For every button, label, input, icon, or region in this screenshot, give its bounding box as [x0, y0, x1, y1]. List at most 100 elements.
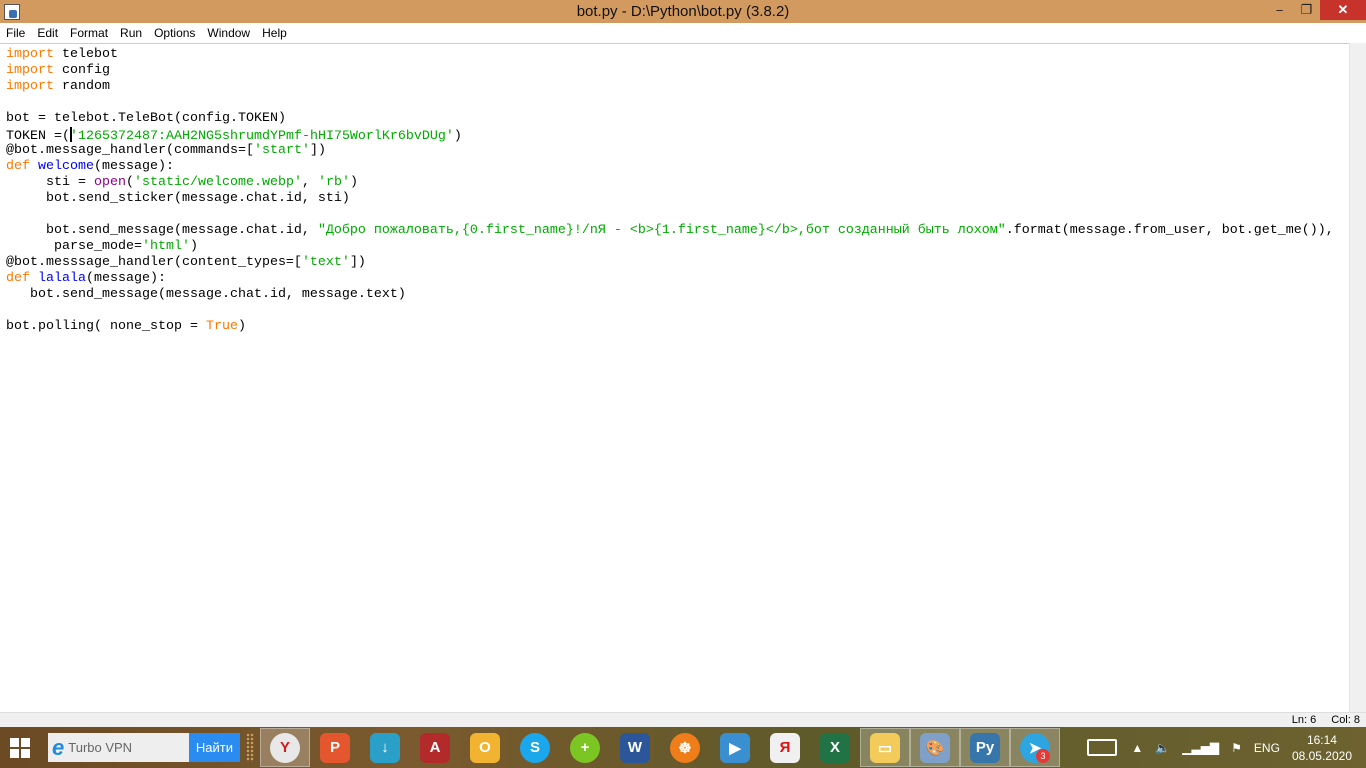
excel-icon: X: [820, 732, 850, 763]
code-token-str: 'start': [253, 143, 310, 158]
internet-explorer-icon: e: [52, 734, 65, 760]
taskbar-app-telegram[interactable]: ➤ 3: [1010, 728, 1060, 767]
taskbar-app-helm-app[interactable]: ☸: [660, 728, 710, 767]
yandex-browser-icon: Y: [270, 732, 300, 763]
download-manager-icon: ↓: [370, 732, 400, 763]
taskbar-app-python-idle[interactable]: Py: [960, 728, 1010, 767]
menu-bar: File Edit Format Run Options Window Help: [0, 23, 1366, 43]
clock-time: 16:14: [1306, 732, 1337, 747]
taskbar-search[interactable]: e Turbo VPN Найти: [48, 733, 240, 762]
code-line[interactable]: bot.polling( none_stop = True): [6, 319, 1334, 335]
volume-icon[interactable]: 🔈: [1155, 741, 1170, 755]
search-button[interactable]: Найти: [188, 733, 240, 762]
maximize-button[interactable]: ❐: [1293, 0, 1320, 20]
code-line[interactable]: import random: [6, 79, 1334, 95]
code-token: @bot.messsage_handler(content_types=[: [6, 255, 302, 270]
code-line[interactable]: [6, 207, 1334, 223]
code-line[interactable]: [6, 303, 1334, 319]
code-token: ): [349, 175, 358, 190]
network-signal-icon[interactable]: ▁▃▅▇: [1182, 741, 1219, 755]
close-button[interactable]: ✕: [1320, 0, 1366, 20]
code-token: telebot: [62, 47, 118, 62]
code-line[interactable]: @bot.message_handler(commands=['start']): [6, 143, 1334, 159]
menu-options[interactable]: Options: [148, 26, 201, 40]
menu-edit[interactable]: Edit: [31, 26, 64, 40]
taskbar-app-download-manager[interactable]: ↓: [360, 728, 410, 767]
code-token: bot = telebot.TeleBot(config.TOKEN): [6, 111, 286, 126]
taskbar-app-excel[interactable]: X: [810, 728, 860, 767]
code-token-str: 'rb': [317, 175, 350, 190]
code-line[interactable]: bot.send_message(message.chat.id, messag…: [6, 287, 1334, 303]
menu-help[interactable]: Help: [256, 26, 293, 40]
powerpoint-icon: P: [320, 732, 350, 763]
code-editor[interactable]: import telebot import config import random bot…: [0, 43, 1366, 712]
code-token-str: 'static/welcome.webp': [133, 175, 302, 190]
taskbar-app-powerpoint[interactable]: P: [310, 728, 360, 767]
windows-logo-icon: [10, 737, 30, 758]
code-token: .format(message.from_user, bot.get_me())…: [1005, 223, 1334, 238]
search-input[interactable]: Turbo VPN: [68, 740, 189, 755]
menu-file[interactable]: File: [0, 26, 31, 40]
code-token: ]): [349, 255, 366, 270]
code-line[interactable]: bot.send_sticker(message.chat.id, sti): [6, 191, 1334, 207]
code-token: sti =: [6, 175, 94, 190]
clock-date: 08.05.2020: [1291, 748, 1352, 763]
idle-app-icon[interactable]: [4, 3, 20, 20]
access-icon: A: [420, 732, 450, 763]
taskbar-app-media-player[interactable]: ▶: [710, 728, 760, 767]
taskbar-app-paint[interactable]: 🎨: [910, 728, 960, 767]
code-token-str: '1265372487:AAH2NG5shrumdYPmf-hHI75WorlK…: [70, 129, 454, 144]
code-token: ): [237, 319, 246, 334]
taskbar-app-skype[interactable]: S: [510, 728, 560, 767]
taskbar-app-file-explorer[interactable]: ▭: [860, 728, 910, 767]
code-line[interactable]: import telebot: [6, 47, 1334, 63]
code-token-str: "Добро пожаловать,{0.first_name}!/nЯ - <…: [317, 223, 1006, 238]
menu-format[interactable]: Format: [64, 26, 114, 40]
code-token: random: [62, 79, 110, 94]
menu-window[interactable]: Window: [201, 26, 256, 40]
outlook-icon: O: [470, 732, 500, 763]
toolbar-grip[interactable]: [246, 733, 254, 762]
taskbar-app-yandex[interactable]: Я: [760, 728, 810, 767]
vertical-scrollbar[interactable]: [1349, 43, 1366, 712]
word-icon: W: [620, 732, 650, 763]
code-line[interactable]: sti = open('static/welcome.webp', 'rb'): [6, 175, 1334, 191]
code-token: ,: [301, 175, 318, 190]
code-token-fn: lalala: [38, 271, 86, 286]
paint-icon: 🎨: [920, 732, 950, 763]
code-token-kw: def: [6, 271, 30, 286]
code-line[interactable]: TOKEN =('1265372487:AAH2NG5shrumdYPmf-hH…: [6, 127, 1334, 144]
code-line[interactable]: parse_mode='html'): [6, 239, 1334, 255]
code-line[interactable]: def welcome(message):: [6, 159, 1334, 175]
code-token: ]): [309, 143, 326, 158]
notification-badge: 3: [1036, 749, 1050, 763]
show-hidden-icons-icon[interactable]: ▲: [1131, 741, 1143, 755]
taskbar-app-access[interactable]: A: [410, 728, 460, 767]
system-tray: ▲ 🔈 ▁▃▅▇ ⚑ ENG 16:14 08.05.2020: [1087, 727, 1366, 768]
taskbar-app-outlook[interactable]: O: [460, 728, 510, 767]
action-center-flag-icon[interactable]: ⚑: [1231, 741, 1242, 755]
start-button[interactable]: [0, 727, 40, 768]
yandex-icon: Я: [770, 732, 800, 763]
minimize-button[interactable]: −: [1266, 0, 1293, 20]
code-text[interactable]: import telebot import config import random bot…: [6, 47, 1334, 335]
helm-app-icon: ☸: [670, 732, 700, 763]
code-line[interactable]: [6, 95, 1334, 111]
language-indicator[interactable]: ENG: [1254, 741, 1280, 755]
taskbar-app-360-security[interactable]: +: [560, 728, 610, 767]
code-line[interactable]: import config: [6, 63, 1334, 79]
code-line[interactable]: def lalala(message):: [6, 271, 1334, 287]
code-token: (: [125, 175, 134, 190]
code-token-fn: welcome: [38, 159, 94, 174]
taskbar-app-yandex-browser[interactable]: Y: [260, 728, 310, 767]
code-line[interactable]: bot.send_message(message.chat.id, "Добро…: [6, 223, 1334, 239]
clock[interactable]: 16:14 08.05.2020: [1292, 732, 1352, 764]
menu-run[interactable]: Run: [114, 26, 148, 40]
taskbar-app-word[interactable]: W: [610, 728, 660, 767]
code-line[interactable]: bot = telebot.TeleBot(config.TOKEN): [6, 111, 1334, 127]
touch-keyboard-icon[interactable]: [1087, 739, 1118, 756]
code-token: parse_mode=: [6, 239, 142, 254]
file-explorer-icon: ▭: [870, 732, 900, 763]
window-title: bot.py - D:\Python\bot.py (3.8.2): [576, 3, 790, 20]
code-line[interactable]: @bot.messsage_handler(content_types=['te…: [6, 255, 1334, 271]
